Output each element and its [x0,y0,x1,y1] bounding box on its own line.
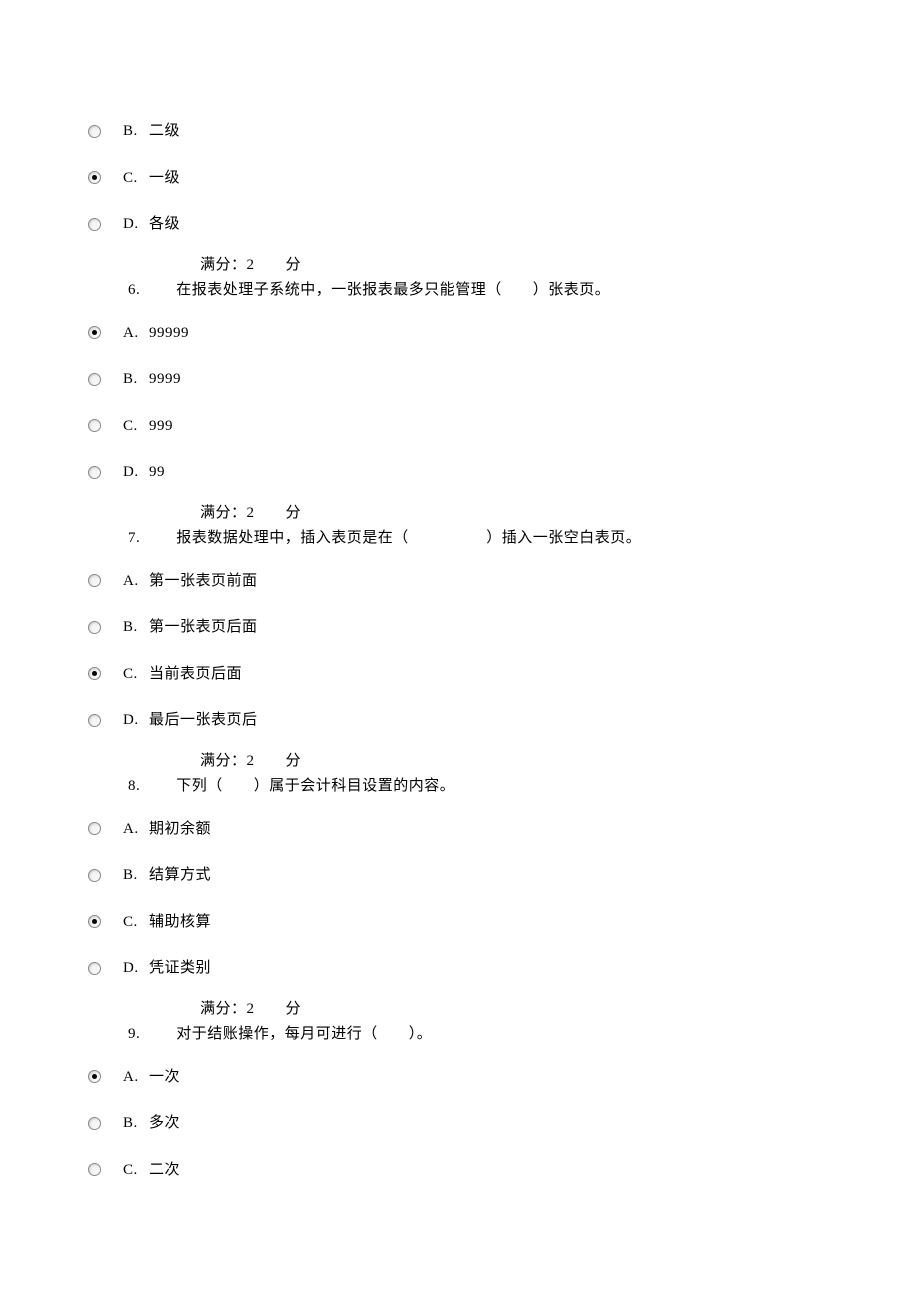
option-text: C.999 [123,415,173,438]
radio-icon[interactable] [88,915,101,928]
radio-icon[interactable] [88,1070,101,1083]
option-c[interactable]: C.当前表页后面 [88,663,830,686]
option-text: B.9999 [123,368,181,391]
option-b[interactable]: B.多次 [88,1112,830,1135]
radio-icon[interactable] [88,822,101,835]
option-d[interactable]: D.各级 [88,213,830,236]
radio-icon[interactable] [88,714,101,727]
radio-icon[interactable] [88,869,101,882]
option-a[interactable]: A.期初余额 [88,818,830,841]
radio-icon[interactable] [88,1163,101,1176]
radio-icon[interactable] [88,1117,101,1130]
option-c[interactable]: C.二次 [88,1159,830,1182]
option-text: A.99999 [123,322,189,345]
radio-icon[interactable] [88,667,101,680]
radio-icon[interactable] [88,326,101,339]
option-a[interactable]: A.99999 [88,322,830,345]
option-c[interactable]: C.一级 [88,167,830,190]
option-d[interactable]: D.最后一张表页后 [88,709,830,732]
option-text: C.二次 [123,1159,180,1182]
option-b[interactable]: B.二级 [88,120,830,143]
option-b[interactable]: B.9999 [88,368,830,391]
option-d[interactable]: D.凭证类别 [88,957,830,980]
question-6: 6. 在报表处理子系统中，一张报表最多只能管理（ ）张表页。 [128,279,830,302]
option-text: C.一级 [123,167,180,190]
option-text: C.辅助核算 [123,911,211,934]
radio-icon[interactable] [88,962,101,975]
option-text: B.多次 [123,1112,180,1135]
score-label: 满分：2 分 [200,502,830,525]
radio-icon[interactable] [88,574,101,587]
option-d[interactable]: D.99 [88,461,830,484]
radio-icon[interactable] [88,373,101,386]
option-text: D.99 [123,461,165,484]
score-label: 满分：2 分 [200,254,830,277]
option-c[interactable]: C.辅助核算 [88,911,830,934]
radio-icon[interactable] [88,419,101,432]
radio-icon[interactable] [88,171,101,184]
option-text: B.二级 [123,120,180,143]
radio-icon[interactable] [88,621,101,634]
score-label: 满分：2 分 [200,750,830,773]
option-b[interactable]: B.第一张表页后面 [88,616,830,639]
option-text: A.期初余额 [123,818,211,841]
radio-icon[interactable] [88,125,101,138]
radio-icon[interactable] [88,466,101,479]
option-a[interactable]: A.一次 [88,1066,830,1089]
question-9: 9. 对于结账操作，每月可进行（ ）。 [128,1023,830,1046]
option-text: A.第一张表页前面 [123,570,258,593]
option-text: D.最后一张表页后 [123,709,258,732]
option-text: A.一次 [123,1066,180,1089]
option-text: B.结算方式 [123,864,211,887]
score-label: 满分：2 分 [200,998,830,1021]
option-text: D.各级 [123,213,180,236]
question-7: 7. 报表数据处理中，插入表页是在（ ）插入一张空白表页。 [128,527,830,550]
option-a[interactable]: A.第一张表页前面 [88,570,830,593]
radio-icon[interactable] [88,218,101,231]
option-b[interactable]: B.结算方式 [88,864,830,887]
option-text: B.第一张表页后面 [123,616,258,639]
option-text: C.当前表页后面 [123,663,242,686]
option-c[interactable]: C.999 [88,415,830,438]
question-8: 8. 下列（ ）属于会计科目设置的内容。 [128,775,830,798]
option-text: D.凭证类别 [123,957,211,980]
